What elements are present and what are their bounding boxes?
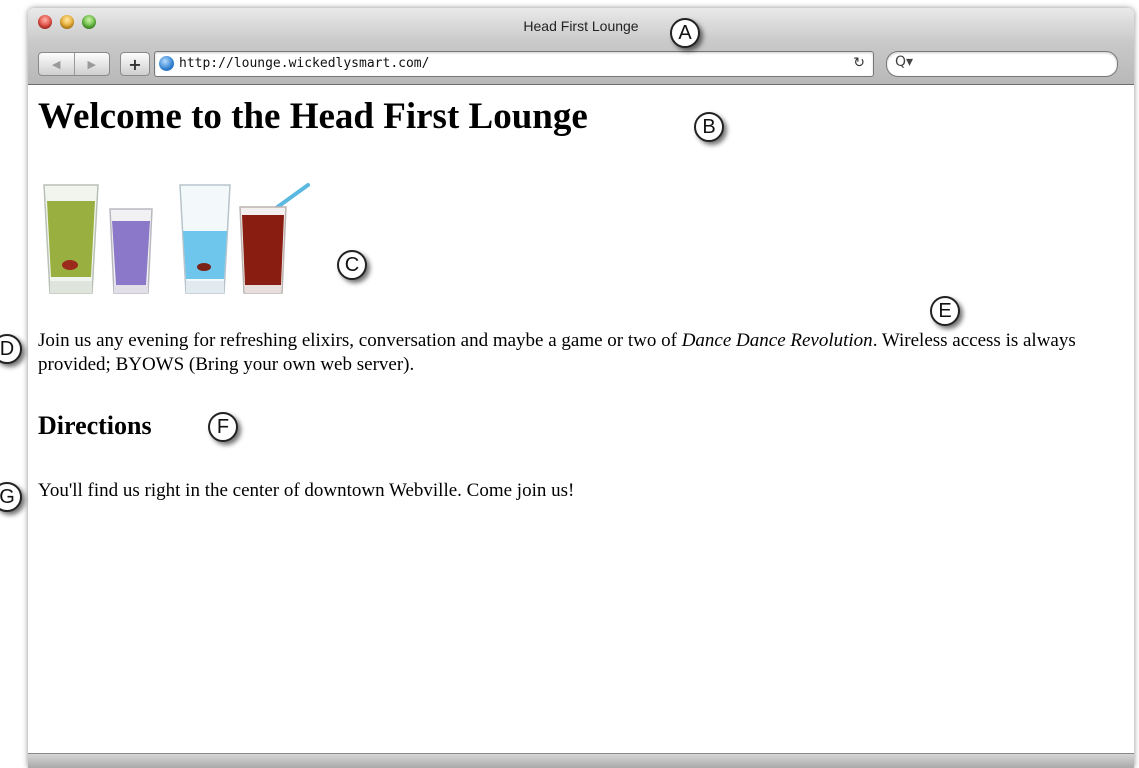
callout-e: E (930, 296, 960, 326)
back-button[interactable]: ◀ (39, 53, 74, 75)
nav-buttons: ◀ ▶ (38, 52, 110, 76)
purple-drink-glass (109, 208, 153, 294)
back-arrow-icon: ◀ (52, 57, 61, 71)
search-input[interactable] (917, 54, 1111, 74)
intro-text: Join us any evening for refreshing elixi… (38, 330, 682, 351)
browser-window: Head First Lounge ◀ ▶ + http://lounge.wi… (28, 8, 1134, 768)
search-icon[interactable]: Q▾ (895, 54, 913, 70)
callout-a: A (670, 18, 700, 48)
directions-paragraph: You'll find us right in the center of do… (38, 480, 575, 501)
search-box[interactable]: Q▾ (886, 51, 1118, 77)
globe-icon (159, 56, 174, 71)
forward-arrow-icon: ▶ (87, 57, 96, 71)
window-title: Head First Lounge (523, 18, 639, 34)
intro-paragraph: Join us any evening for refreshing elixi… (38, 329, 1128, 377)
callout-g: G (0, 482, 22, 512)
directions-heading: Directions (38, 411, 152, 440)
callout-f: F (208, 412, 238, 442)
address-bar[interactable]: http://lounge.wickedlysmart.com/ ↻ (154, 51, 874, 77)
reload-icon[interactable]: ↻ (853, 55, 865, 71)
callout-c: C (337, 250, 367, 280)
green-drink-glass (43, 184, 99, 294)
red-drink-glass (239, 183, 310, 294)
url-text: http://lounge.wickedlysmart.com/ (179, 56, 430, 71)
add-bookmark-button[interactable]: + (120, 52, 150, 76)
page-heading: Welcome to the Head First Lounge (38, 96, 588, 137)
drinks-image (43, 183, 310, 294)
callout-b: B (694, 112, 724, 142)
plus-icon: + (128, 54, 142, 74)
callout-d: D (0, 334, 22, 364)
game-name: Dance Dance Revolution (681, 330, 873, 351)
forward-button[interactable]: ▶ (73, 53, 110, 75)
blue-drink-glass (179, 184, 231, 294)
status-bar (28, 753, 1134, 768)
page-content: Welcome to the Head First Lounge Join us… (28, 85, 1134, 755)
title-bar: Head First Lounge ◀ ▶ + http://lounge.wi… (28, 8, 1134, 85)
